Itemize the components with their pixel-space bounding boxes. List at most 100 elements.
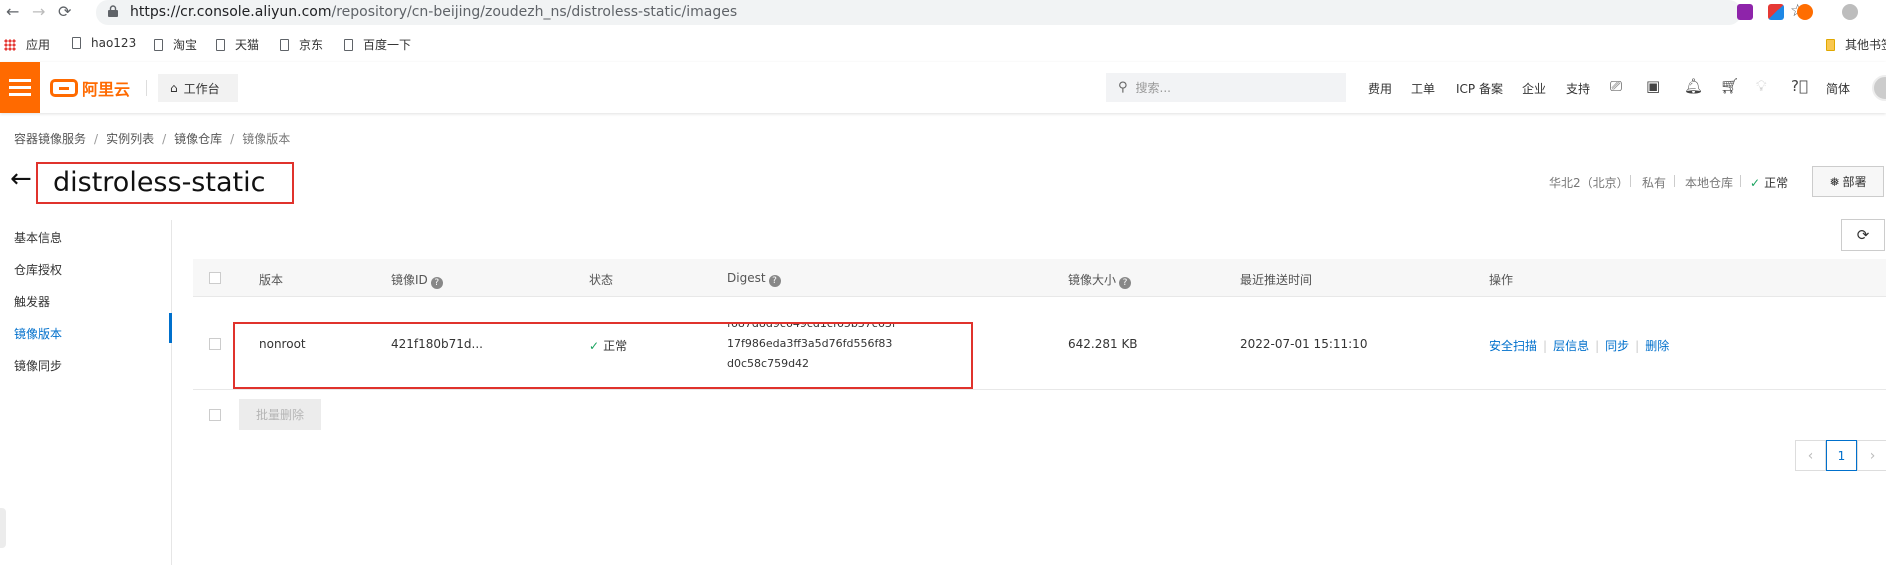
page-icon xyxy=(280,38,289,51)
page-icon xyxy=(344,38,353,51)
header-divider xyxy=(146,80,147,96)
column-header: 镜像ID? xyxy=(391,271,443,289)
chevron-right-icon: › xyxy=(1869,447,1876,464)
browser-toolbar: ← → ⟳ https://cr.console.aliyun.com/repo… xyxy=(0,0,1886,25)
select-all-checkbox[interactable] xyxy=(209,272,221,284)
bulk-delete-button[interactable]: 批量删除 xyxy=(239,399,321,430)
help-icon[interactable]: ?⃝ xyxy=(1791,77,1808,95)
bookmark-item[interactable]: 淘宝 xyxy=(154,36,197,53)
page-icon xyxy=(216,38,225,51)
repo-status: ✓ 正常 xyxy=(1750,176,1789,190)
sidebar-item-basic-info[interactable]: 基本信息 xyxy=(14,229,62,246)
page-title: distroless-static xyxy=(53,167,266,198)
column-header: 最近推送时间 xyxy=(1240,273,1313,287)
deploy-icon: ❅ xyxy=(1829,174,1840,189)
pushed-at-cell: 2022-07-01 15:11:10 xyxy=(1240,337,1368,351)
sidebar-active-indicator xyxy=(169,313,172,343)
sidebar-item-image-versions[interactable]: 镜像版本 xyxy=(14,325,62,342)
next-page-button[interactable]: › xyxy=(1857,440,1886,471)
table-header: 版本 镜像ID? 状态 Digest? 镜像大小? 最近推送时间 操作 xyxy=(193,259,1886,297)
prev-page-button[interactable]: ‹ xyxy=(1795,440,1826,471)
extension-icon[interactable] xyxy=(1768,4,1784,20)
back-nav-icon[interactable]: ← xyxy=(6,2,19,22)
workbench-button[interactable]: ⌂ 工作台 xyxy=(158,74,238,102)
aliyun-logo[interactable]: 阿里云 xyxy=(50,76,130,100)
other-bookmarks[interactable]: 其他书签 xyxy=(1826,36,1886,53)
extension-icon[interactable] xyxy=(1737,4,1753,20)
page-icon xyxy=(154,38,163,51)
breadcrumb-item[interactable]: 容器镜像服务 xyxy=(14,132,86,146)
layer-info-link[interactable]: 层信息 xyxy=(1553,339,1589,353)
profile-icon[interactable] xyxy=(1842,4,1858,20)
column-header: Digest? xyxy=(727,271,781,287)
lightbulb-icon[interactable]: 💡︎ xyxy=(1756,77,1767,95)
avatar[interactable] xyxy=(1872,75,1886,101)
sidebar-item-image-sync[interactable]: 镜像同步 xyxy=(14,357,62,374)
help-icon[interactable]: ? xyxy=(430,277,443,289)
column-header: 状态 xyxy=(589,273,614,287)
row-highlight-box xyxy=(233,322,973,389)
address-bar[interactable]: https://cr.console.aliyun.com/repository… xyxy=(96,0,1805,25)
delete-link[interactable]: 删除 xyxy=(1645,339,1669,353)
forward-nav-icon[interactable]: → xyxy=(32,2,45,22)
breadcrumb: 容器镜像服务 / 实例列表 / 镜像仓库 / 镜像版本 xyxy=(14,132,291,146)
column-header: 镜像大小? xyxy=(1068,271,1132,289)
aliyun-logo-mark-icon xyxy=(50,79,78,97)
header-link-support[interactable]: 支持 xyxy=(1566,80,1590,97)
cloud-shell-icon[interactable]: ⎚ xyxy=(1610,77,1622,95)
visibility-label: 私有 xyxy=(1642,176,1667,190)
column-header: 操作 xyxy=(1489,273,1514,287)
breadcrumb-item[interactable]: 实例列表 xyxy=(106,132,154,146)
console-header: 阿里云 ⌂ 工作台 ⚲ 搜索... 费用 工单 ICP 备案 企业 支持 ⎚ ▣… xyxy=(0,62,1886,113)
sidebar-item-repo-auth[interactable]: 仓库授权 xyxy=(14,261,62,278)
help-icon[interactable]: ? xyxy=(768,275,781,287)
search-input[interactable]: ⚲ 搜索... xyxy=(1106,73,1346,102)
bookmark-item[interactable]: 天猫 xyxy=(216,36,259,53)
help-icon[interactable]: ? xyxy=(1119,277,1132,289)
bookmark-apps[interactable]: 应用 xyxy=(4,36,50,53)
image-icon[interactable]: ▣ xyxy=(1646,77,1660,95)
breadcrumb-current: 镜像版本 xyxy=(242,132,291,146)
sidebar-item-triggers[interactable]: 触发器 xyxy=(14,293,50,310)
hamburger-menu-button[interactable] xyxy=(0,62,40,113)
bulk-select-checkbox[interactable] xyxy=(209,409,221,421)
region-label: 华北2（北京） xyxy=(1549,176,1629,190)
header-link-icp[interactable]: ICP 备案 xyxy=(1456,80,1503,97)
divider xyxy=(1630,175,1631,187)
header-link-enterprise[interactable]: 企业 xyxy=(1522,80,1546,97)
collapse-handle[interactable] xyxy=(0,508,6,548)
search-icon: ⚲ xyxy=(1118,80,1128,95)
sync-link[interactable]: 同步 xyxy=(1605,339,1629,353)
extension-icon[interactable] xyxy=(1797,4,1813,20)
bookmark-item[interactable]: 百度一下 xyxy=(344,36,411,53)
refresh-icon: ⟳ xyxy=(1856,226,1870,244)
bookmark-item[interactable]: hao123 xyxy=(72,36,136,50)
operations-cell: 安全扫描 | 层信息 | 同步 | 删除 xyxy=(1489,339,1670,353)
back-arrow-icon[interactable]: ← xyxy=(10,166,32,192)
apps-grid-icon xyxy=(4,38,16,51)
page-number-button[interactable]: 1 xyxy=(1826,440,1857,471)
header-link-billing[interactable]: 费用 xyxy=(1368,80,1392,97)
row-checkbox[interactable] xyxy=(209,338,221,350)
size-cell: 642.281 KB xyxy=(1068,337,1138,351)
page-icon xyxy=(72,37,81,49)
chevron-left-icon: ‹ xyxy=(1807,447,1814,464)
divider xyxy=(1740,175,1741,187)
check-icon: ✓ xyxy=(1750,176,1761,190)
lock-icon xyxy=(108,5,118,17)
refresh-button[interactable]: ⟳ xyxy=(1841,219,1885,251)
header-link-ticket[interactable]: 工单 xyxy=(1411,80,1435,97)
home-icon: ⌂ xyxy=(170,81,178,95)
deploy-button[interactable]: ❅ 部署 xyxy=(1812,166,1884,197)
bookmark-item[interactable]: 京东 xyxy=(280,36,323,53)
bell-icon[interactable]: 🔔︎ xyxy=(1684,77,1703,95)
cart-icon[interactable]: 🛒︎ xyxy=(1720,77,1739,95)
security-scan-link[interactable]: 安全扫描 xyxy=(1489,339,1537,353)
repo-type-label: 本地仓库 xyxy=(1685,176,1734,190)
column-header: 版本 xyxy=(259,273,284,287)
breadcrumb-item[interactable]: 镜像仓库 xyxy=(174,132,222,146)
language-switch[interactable]: 简体 xyxy=(1826,80,1850,97)
divider xyxy=(1674,175,1675,187)
url-text: https://cr.console.aliyun.com/repository… xyxy=(130,4,738,20)
reload-icon[interactable]: ⟳ xyxy=(58,2,71,22)
